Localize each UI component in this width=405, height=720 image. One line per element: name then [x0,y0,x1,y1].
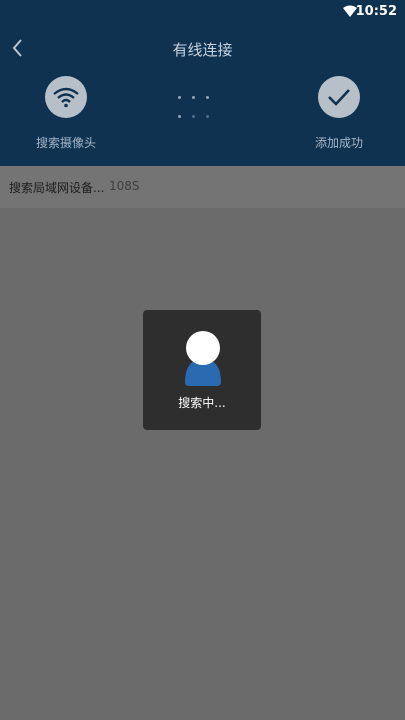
search-status-text: 搜索局域网设备... [9,181,105,195]
progress-dot [178,115,181,118]
countdown-text: 108S [109,179,140,193]
progress-dot [192,115,196,118]
search-status-row: 搜索局域网设备... 108S [0,166,405,208]
content-area: 搜索局域网设备... 108S [0,166,405,720]
status-time: 10:52 [355,4,397,19]
loading-spinner-icon [185,331,221,386]
check-icon [328,89,350,106]
step-circle [45,76,87,118]
wifi-icon [53,87,79,108]
step-search-camera: 搜索摄像头 [11,76,121,151]
progress-dots [178,96,228,118]
header: 有线连接 搜索摄像头 添加成功 [0,24,405,166]
loading-dialog: 搜索中... [143,310,261,430]
loading-message: 搜索中... [178,396,226,410]
step-add-success: 添加成功 [284,76,394,151]
progress-dot [206,115,210,118]
progress-dot [178,96,181,99]
status-bar: 10:52 [0,0,405,24]
step-label: 添加成功 [314,136,363,150]
progress-dot [192,96,196,99]
page-title: 有线连接 [172,41,233,59]
step-circle [318,76,360,118]
progress-dot [206,96,210,99]
step-label: 搜索摄像头 [35,136,96,150]
